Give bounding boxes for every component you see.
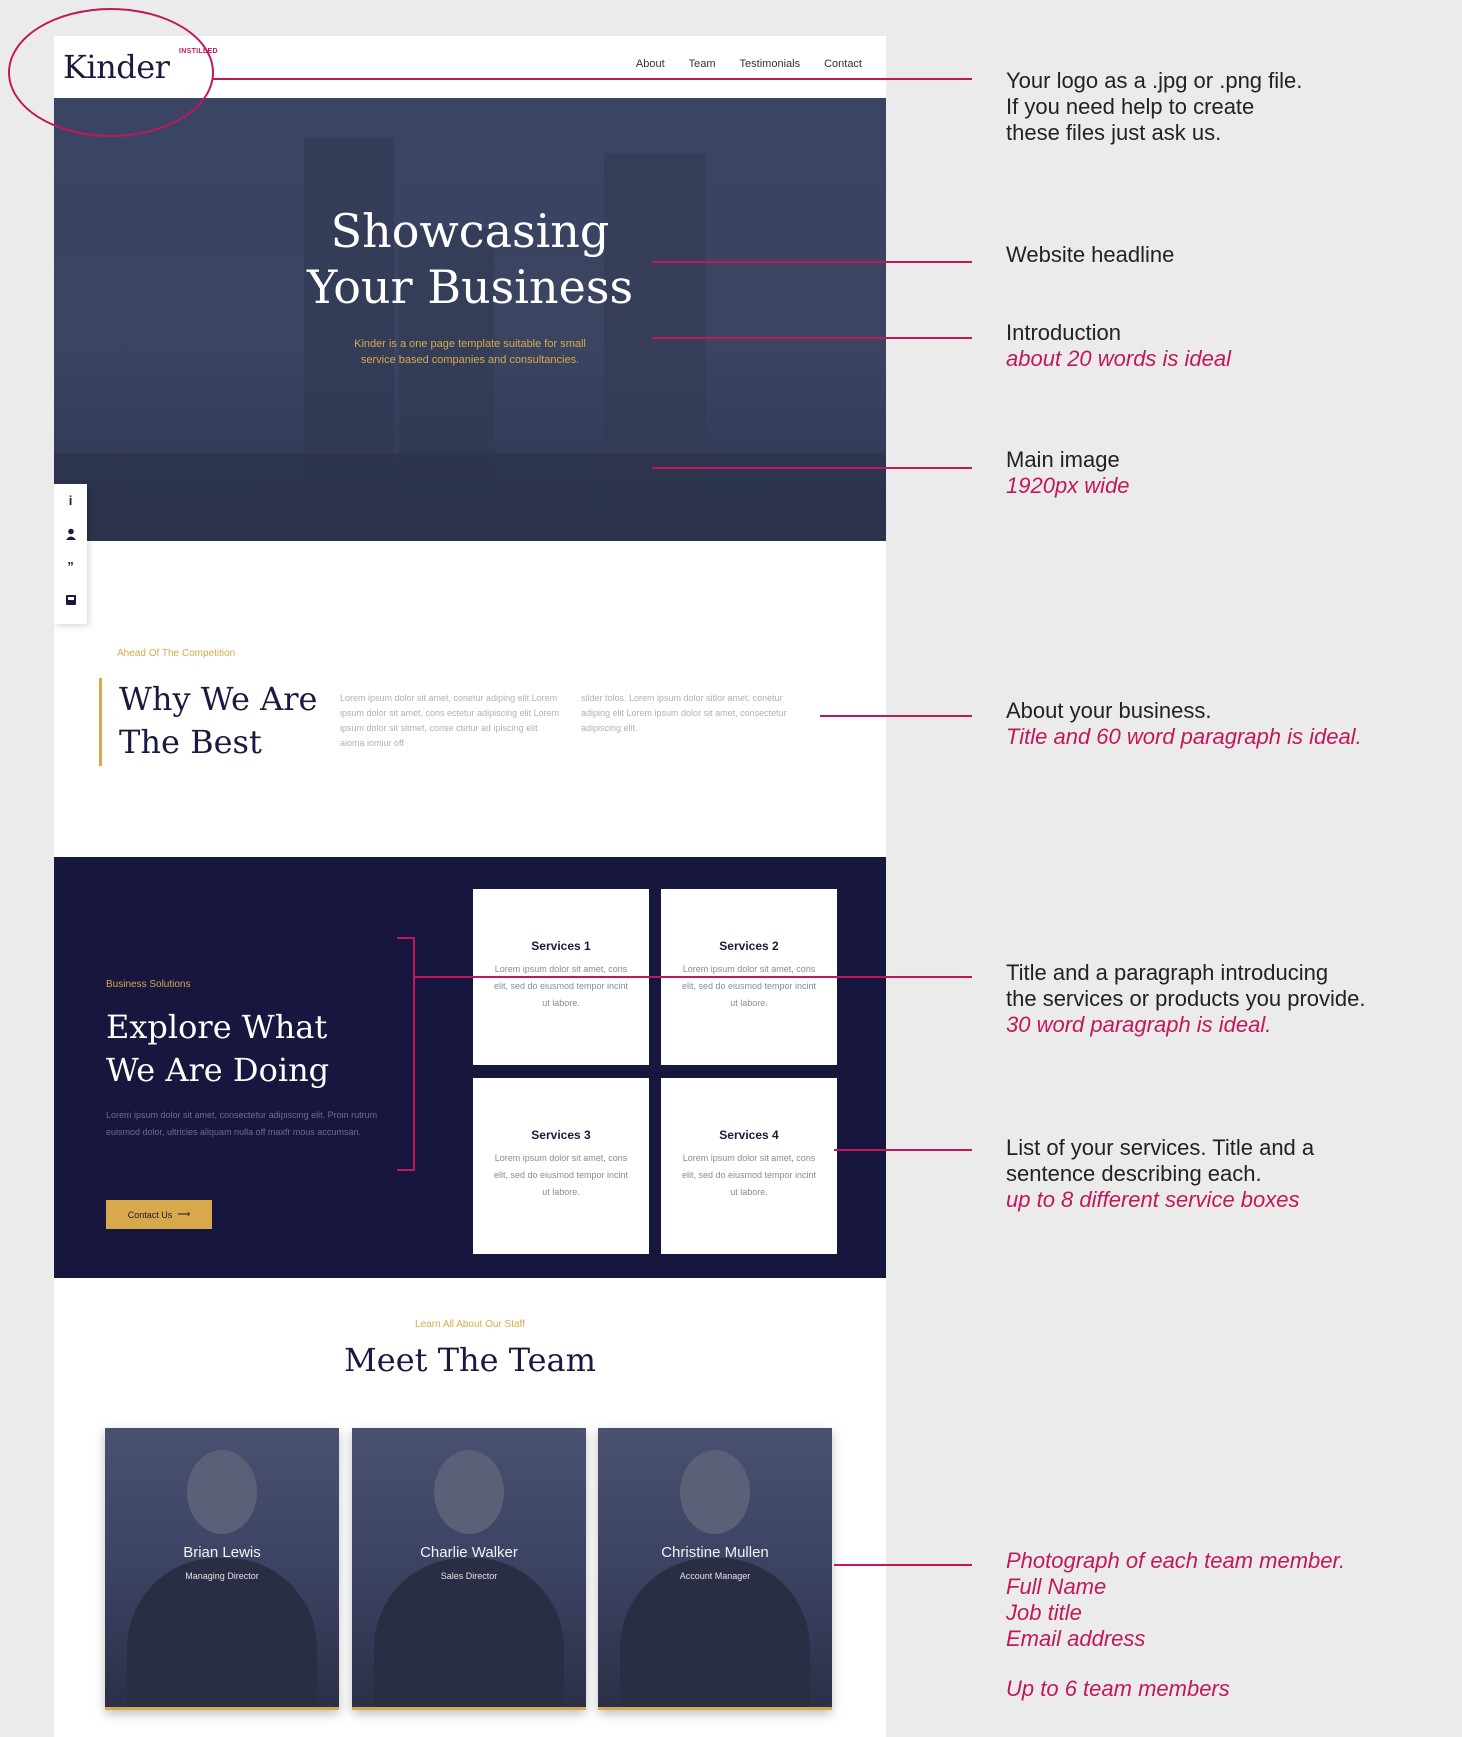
member-job: Managing Director [185, 1571, 259, 1581]
annotation-services-intro-line1: Title and a paragraph introducing [1006, 960, 1329, 985]
quote-icon[interactable]: ” [54, 550, 87, 583]
annotation-intro-text: Introduction [1006, 320, 1121, 345]
hero-headline-line1: Showcasing [330, 204, 610, 258]
about-accent-bar [99, 678, 102, 766]
hero-section: Showcasing Your Business Kinder is a one… [54, 98, 886, 541]
member-photo [187, 1450, 257, 1534]
side-icon-bar: i ” [54, 484, 87, 624]
service-card-title: Services 2 [719, 939, 779, 953]
user-icon[interactable] [54, 517, 87, 550]
annotation-image-text: Main image [1006, 447, 1120, 472]
annotation-logo-line2: If you need help to create [1006, 94, 1255, 119]
hero-headline: Showcasing Your Business [54, 203, 886, 315]
annotation-line-team [834, 1564, 972, 1566]
book-icon[interactable] [54, 583, 87, 616]
annotation-line-about [820, 715, 972, 717]
annotation-line-services-intro [413, 976, 972, 978]
annotation-line-headline [652, 261, 972, 263]
annotation-line-services-list [834, 1149, 972, 1151]
nav-team[interactable]: Team [689, 58, 716, 70]
member-photo [434, 1450, 504, 1534]
annotation-team-line3: Job title [1006, 1600, 1082, 1625]
website-mockup: Kinder INSTILLED About Team Testimonials… [54, 36, 886, 1737]
about-title: Why We Are The Best [119, 678, 317, 764]
annotation-logo-line3: these files just ask us. [1006, 120, 1222, 145]
annotation-about-text: About your business. [1006, 698, 1212, 723]
annotation-services-list-line2: sentence describing each. [1006, 1161, 1262, 1186]
hero-intro-line1: Kinder is a one page template suitable f… [354, 338, 586, 350]
annotation-line-image [652, 467, 972, 469]
annotation-headline-text: Website headline [1006, 242, 1175, 267]
member-photo [680, 1450, 750, 1534]
annotation-services-list-line1: List of your services. Title and a [1006, 1135, 1315, 1160]
arrow-right-icon: ⟶ [177, 1209, 191, 1219]
hero-intro-line2: service based companies and consultancie… [360, 354, 580, 366]
service-card-title: Services 4 [719, 1128, 779, 1142]
team-kicker: Learn All About Our Staff [415, 1319, 525, 1330]
about-text-col2: silder tolos. Lorem ipsum dolor sitlor a… [581, 693, 787, 733]
service-card-desc: Lorem ipsum dolor sit amet, cons elit, s… [681, 1153, 817, 1197]
logo-highlight-circle [8, 8, 214, 137]
annotation-bracket [413, 937, 415, 1171]
hero-headline-line2: Your Business [306, 260, 634, 314]
annotation-about-note: Title and 60 word paragraph is ideal. [1006, 724, 1362, 749]
member-name: Christine Mullen [661, 1544, 769, 1561]
member-job: Account Manager [679, 1571, 751, 1581]
nav-testimonials[interactable]: Testimonials [740, 58, 801, 70]
annotation-bracket-top [397, 937, 415, 939]
annotation-services-list: List of your services. Title and a sente… [1006, 1135, 1314, 1213]
annotation-line-intro [652, 337, 972, 339]
about-title-line1: Why We Are [119, 680, 318, 718]
annotation-intro-note: about 20 words is ideal [1006, 346, 1232, 371]
annotation-logo: Your logo as a .jpg or .png file. If you… [1006, 68, 1302, 146]
annotation-image-note: 1920px wide [1006, 473, 1130, 498]
annotation-headline: Website headline [1006, 242, 1174, 268]
annotation-services-intro: Title and a paragraph introducing the se… [1006, 960, 1366, 1038]
services-kicker: Business Solutions [106, 979, 191, 990]
about-text-col1: Lorem ipsum dolor sit amet, conetur adip… [340, 693, 560, 748]
annotation-team-line2: Full Name [1006, 1574, 1107, 1599]
info-icon[interactable]: i [54, 484, 87, 517]
service-card-desc: Lorem ipsum dolor sit amet, cons elit, s… [681, 964, 817, 1008]
annotation-intro: Introduction about 20 words is ideal [1006, 320, 1231, 372]
service-card-desc: Lorem ipsum dolor sit amet, cons elit, s… [493, 964, 629, 1008]
service-card-4[interactable]: Services 4 Lorem ipsum dolor sit amet, c… [661, 1078, 837, 1254]
annotation-team: Photograph of each team member. Full Nam… [1006, 1548, 1345, 1702]
member-name: Brian Lewis [183, 1544, 261, 1561]
member-name: Charlie Walker [420, 1544, 518, 1561]
services-title: Explore What We Are Doing [106, 1006, 329, 1092]
about-title-line2: The Best [119, 723, 262, 761]
annotation-image: Main image 1920px wide [1006, 447, 1130, 499]
nav-about[interactable]: About [636, 58, 665, 70]
services-paragraph: Lorem ipsum dolor sit amet, consectetur … [106, 1110, 378, 1137]
team-member-card[interactable]: Charlie Walker Sales Director [352, 1428, 586, 1710]
annotation-team-line1: Photograph of each team member. [1006, 1548, 1346, 1573]
service-card-desc: Lorem ipsum dolor sit amet, cons elit, s… [493, 1153, 629, 1197]
contact-us-label: Contact Us [127, 1209, 173, 1220]
team-title: Meet The Team [344, 1341, 596, 1379]
nav-contact[interactable]: Contact [824, 58, 862, 70]
services-title-line1: Explore What [106, 1008, 328, 1046]
about-kicker: Ahead Of The Competition [117, 648, 236, 659]
team-member-card[interactable]: Brian Lewis Managing Director [105, 1428, 339, 1710]
annotation-services-intro-note: 30 word paragraph is ideal. [1006, 1012, 1272, 1037]
annotation-services-intro-line2: the services or products you provide. [1006, 986, 1366, 1011]
annotation-bracket-bottom [397, 1169, 415, 1171]
services-title-line2: We Are Doing [106, 1051, 330, 1089]
annotation-team-limit: Up to 6 team members [1006, 1676, 1230, 1701]
annotation-logo-line1: Your logo as a .jpg or .png file. [1006, 68, 1303, 93]
service-card-title: Services 3 [531, 1128, 591, 1142]
annotation-team-line4: Email address [1006, 1626, 1146, 1651]
contact-us-button[interactable]: Contact Us ⟶ [106, 1200, 212, 1229]
service-card-title: Services 1 [531, 939, 591, 953]
annotation-line-logo [212, 78, 972, 80]
hero-intro: Kinder is a one page template suitable f… [319, 336, 621, 368]
member-job: Sales Director [440, 1571, 498, 1581]
team-member-card[interactable]: Christine Mullen Account Manager [598, 1428, 832, 1710]
annotation-services-list-note: up to 8 different service boxes [1006, 1187, 1300, 1212]
main-nav: About Team Testimonials Contact [636, 58, 862, 70]
service-card-3[interactable]: Services 3 Lorem ipsum dolor sit amet, c… [473, 1078, 649, 1254]
annotation-about: About your business. Title and 60 word p… [1006, 698, 1362, 750]
